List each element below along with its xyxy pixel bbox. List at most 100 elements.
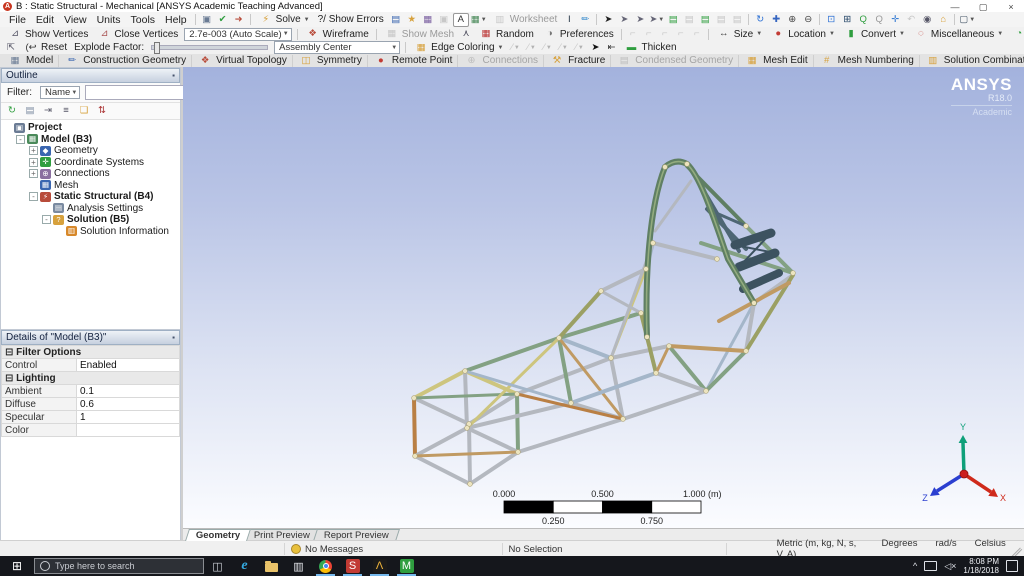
box-zoom-icon[interactable]: ⊡ — [824, 14, 838, 26]
select-mode-icon[interactable]: ➤ — [601, 14, 615, 26]
resize-viewport-icon[interactable]: ✛ — [888, 14, 902, 26]
convert-menu-button[interactable]: ▮Convert▼ — [840, 28, 908, 40]
tray-chevron-icon[interactable]: ^ — [913, 561, 917, 571]
model-canvas[interactable]: 0.0000.5001.000 (m)0.2500.750YXZ — [183, 67, 1024, 528]
menu-units[interactable]: Units — [92, 14, 126, 26]
insert-object-icon[interactable]: ➜ — [232, 14, 246, 26]
edge-icon[interactable]: e — [231, 556, 258, 576]
context-window-icon[interactable]: ▣ — [200, 14, 214, 26]
go-websearch-icon[interactable]: ✔ — [216, 14, 230, 26]
expand-tree-icon[interactable]: ⇥ — [41, 105, 55, 117]
tab-solution-combination[interactable]: ▥Solution Combination — [920, 55, 1024, 67]
edge-coloring-button[interactable]: ▦Edge Coloring▼ — [410, 42, 506, 54]
tab-remote-point[interactable]: ●Remote Point — [368, 55, 459, 67]
zoom-in-icon[interactable]: ⊕ — [785, 14, 799, 26]
expand-icon[interactable]: + — [29, 169, 38, 178]
tree-sort-icon[interactable]: ⇅ — [95, 105, 109, 117]
tab-symmetry[interactable]: ◫Symmetry — [293, 55, 368, 67]
pin-icon[interactable]: ▪ — [172, 71, 175, 80]
menu-edit[interactable]: Edit — [31, 14, 59, 26]
explode-factor-slider[interactable] — [151, 45, 268, 50]
show-vertices-button[interactable]: ⊿Show Vertices — [4, 28, 91, 40]
size-menu-button[interactable]: ↔Size▼ — [713, 28, 765, 40]
mechanical-icon[interactable]: M — [393, 556, 420, 576]
minimize-button[interactable]: — — [948, 2, 962, 13]
task-view-icon[interactable]: ◫ — [204, 556, 231, 576]
tab-construction-geometry[interactable]: ✏Construction Geometry — [59, 55, 192, 67]
notes-icon[interactable]: ▤ — [389, 14, 403, 26]
details-header[interactable]: Details of "Model (B3)" ▪ — [1, 330, 180, 345]
triad-axis-z[interactable] — [937, 474, 964, 491]
details-value[interactable] — [77, 424, 180, 437]
tree-item-project[interactable]: ▣Project — [3, 122, 180, 134]
action-center-icon[interactable] — [1006, 560, 1018, 572]
status-messages-cell[interactable]: No Messages — [285, 543, 503, 555]
volume-muted-icon[interactable]: ◁× — [944, 561, 956, 572]
details-value[interactable]: Enabled — [77, 359, 180, 372]
miscellaneous-menu-button[interactable]: ◌Miscellaneous▼ — [910, 28, 1006, 40]
menu-help[interactable]: Help — [160, 14, 192, 26]
collapse-icon[interactable]: - — [29, 192, 38, 201]
location-menu-button[interactable]: ●Location▼ — [767, 28, 838, 40]
chart-icon[interactable]: ★ — [405, 14, 419, 26]
ansys-icon[interactable]: Λ — [366, 556, 393, 576]
viewports-icon[interactable]: ▢▼ — [959, 14, 975, 26]
select-edge-icon[interactable]: ➤ — [633, 14, 647, 26]
reset-button[interactable]: (↩Reset — [20, 42, 70, 54]
show-errors-button[interactable]: ?/ Show Errors — [315, 14, 387, 26]
pin-icon[interactable]: ▪ — [172, 333, 175, 342]
tree-item-connections[interactable]: +⊕Connections — [3, 168, 180, 180]
tree-item-analysis-settings[interactable]: ▤Analysis Settings — [3, 203, 180, 215]
menu-file[interactable]: File — [4, 14, 31, 26]
tree-folder-icon[interactable]: ❏ — [77, 105, 91, 117]
random-colors-button[interactable]: ▦Random — [475, 28, 537, 40]
tree-item-solution-information[interactable]: ▥Solution Information — [3, 226, 180, 238]
pan-icon[interactable]: ✚ — [769, 14, 783, 26]
extend-selection-icon[interactable]: ▤ — [666, 14, 680, 26]
file-explorer-icon[interactable] — [258, 556, 285, 576]
store-icon[interactable]: ▥ — [285, 556, 312, 576]
details-section-title[interactable]: ⊟ Filter Options — [2, 346, 180, 359]
menu-tools[interactable]: Tools — [126, 14, 161, 26]
taskbar-clock[interactable]: 8:08 PM 1/18/2018 — [963, 557, 999, 575]
outline-header[interactable]: Outline ▪ — [1, 68, 180, 83]
view-tab-geometry[interactable]: Geometry — [185, 529, 251, 541]
chrome-icon[interactable] — [312, 556, 339, 576]
tab-fracture[interactable]: ⚒Fracture — [544, 55, 611, 67]
close-vertices-button[interactable]: ⊿Close Vertices — [93, 28, 181, 40]
tree-graph-icon[interactable]: ▤ — [23, 105, 37, 117]
graphics-viewport[interactable]: 0.0000.5001.000 (m)0.2500.750YXZ ANSYS R… — [183, 67, 1024, 528]
details-section-title[interactable]: ⊟ Lighting — [2, 372, 180, 385]
collapse-icon[interactable]: - — [16, 135, 25, 144]
expand-icon[interactable]: + — [29, 146, 38, 155]
tab-model[interactable]: ▦Model — [2, 55, 59, 67]
triad-axis-x[interactable] — [964, 474, 991, 492]
annotate-icon[interactable]: ✏ — [578, 14, 592, 26]
tree-item-coordinate-systems[interactable]: +✛Coordinate Systems — [3, 157, 180, 169]
tab-mesh-numbering[interactable]: #Mesh Numbering — [814, 55, 920, 67]
thicken-button[interactable]: ▬Thicken — [621, 42, 680, 54]
vertex-scale-combo[interactable]: 2.7e-003 (Auto Scale)▼ — [184, 28, 291, 41]
mesh-quality-icon[interactable]: ⋏ — [459, 28, 473, 40]
slider-thumb[interactable] — [154, 42, 160, 54]
zoom-out-icon[interactable]: ⊖ — [801, 14, 815, 26]
image-export-icon[interactable]: ▦▼ — [471, 14, 487, 26]
tree-item-solution-b5-[interactable]: -?Solution (B5) — [3, 214, 180, 226]
start-button[interactable]: ⊞ — [0, 556, 34, 576]
explode-icon[interactable]: ⇱ — [4, 42, 18, 54]
tab-virtual-topology[interactable]: ❖Virtual Topology — [192, 55, 293, 67]
tree-item-static-structural-b4-[interactable]: -⚡Static Structural (B4) — [3, 191, 180, 203]
solidworks-icon[interactable]: S — [339, 556, 366, 576]
rotate-icon[interactable]: ↻ — [753, 14, 767, 26]
zoom-fit-icon[interactable]: ⊞ — [840, 14, 854, 26]
tree-refresh-icon[interactable]: ↻ — [5, 105, 19, 117]
edge-midside-icon[interactable]: ⇤ — [605, 42, 619, 54]
wireframe-button[interactable]: ❖Wireframe — [302, 28, 372, 40]
details-value[interactable]: 0.6 — [77, 398, 180, 411]
tag-cursor-icon[interactable]: I — [562, 14, 576, 26]
tab-mesh-edit[interactable]: ▦Mesh Edit — [739, 55, 813, 67]
triad-axis-y[interactable] — [963, 443, 964, 474]
solve-button[interactable]: ⚡Solve▼ — [255, 14, 313, 26]
tree-item-mesh[interactable]: ▦Mesh — [3, 180, 180, 192]
collapse-tree-icon[interactable]: ≡ — [59, 105, 73, 117]
